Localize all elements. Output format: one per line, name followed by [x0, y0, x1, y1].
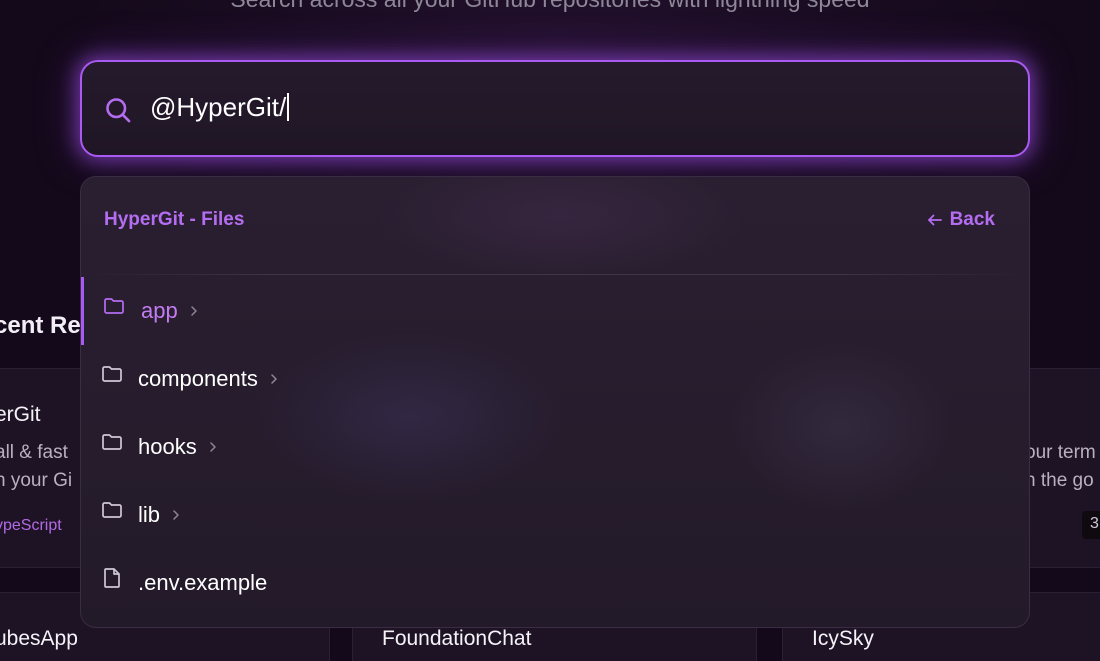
folder-item[interactable]: lib — [81, 481, 1029, 549]
repo-card-name: ubesApp — [0, 627, 78, 650]
back-button[interactable]: Back — [926, 209, 995, 231]
chevron-right-icon — [190, 306, 197, 316]
file-item[interactable]: .env.example — [81, 549, 1029, 617]
search-input[interactable]: @HyperGit/ — [80, 60, 1030, 157]
chevron-right-icon — [271, 374, 277, 384]
search-icon — [106, 98, 131, 123]
page-subtitle: Search across all your GitHub repositori… — [0, 0, 1100, 13]
repo-card-description: all & fast — [0, 442, 68, 463]
repo-card-name: FoundationChat — [382, 627, 532, 650]
repo-card-name: erGit — [0, 403, 41, 426]
repo-card-name: IcySky — [812, 627, 874, 650]
file-item-label: components — [138, 366, 280, 392]
repo-card-description: n the go — [1025, 470, 1094, 491]
file-item-label: hooks — [138, 434, 219, 460]
folder-icon — [102, 502, 122, 518]
file-item-label: lib — [138, 502, 182, 528]
file-browser-dropdown: HyperGit - Files Back app components hooks… — [80, 176, 1030, 628]
folder-icon — [104, 298, 124, 314]
search-query-text[interactable]: @HyperGit/ — [150, 92, 290, 123]
repo-card-description: h your Gi — [0, 470, 73, 491]
chevron-right-icon — [209, 442, 216, 452]
dropdown-title: HyperGit - Files — [104, 209, 245, 230]
star-count-badge: 3 — [1082, 511, 1100, 539]
repo-card-language: ypeScript — [0, 517, 62, 534]
folder-item[interactable]: hooks — [81, 413, 1029, 481]
folder-item[interactable]: app — [81, 277, 1029, 345]
file-icon — [104, 568, 120, 588]
divider — [81, 274, 1029, 275]
chevron-right-icon — [173, 510, 179, 520]
back-button-label: Back — [949, 209, 995, 230]
file-item-label: app — [141, 298, 200, 324]
folder-icon — [102, 366, 122, 382]
folder-icon — [102, 434, 122, 450]
text-caret — [287, 93, 290, 121]
arrow-left-icon — [927, 214, 942, 226]
file-item-label: .env.example — [138, 570, 268, 595]
recent-repos-heading: cent Re — [0, 312, 81, 339]
file-list: app components hooks lib .env.example — [81, 277, 1029, 617]
repo-card-description: our term — [1025, 442, 1096, 463]
folder-item[interactable]: components — [81, 345, 1029, 413]
